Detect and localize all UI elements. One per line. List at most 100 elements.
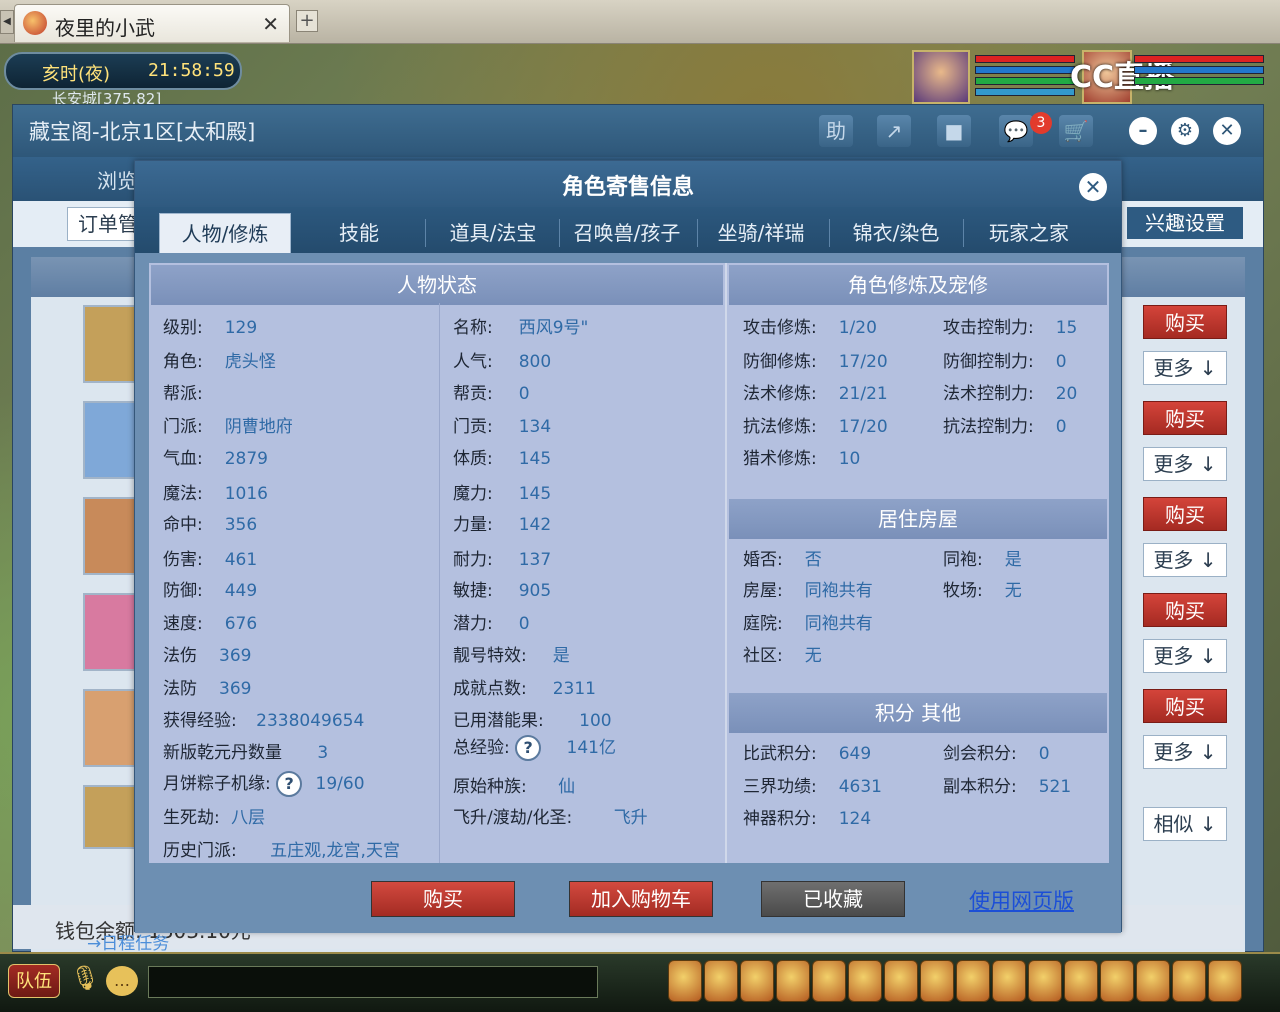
race-row: 原始种族: 仙	[453, 772, 575, 797]
tab-close-icon[interactable]: ✕	[262, 12, 279, 36]
status-row: 速度: 676	[163, 609, 257, 634]
new-tab-button[interactable]: +	[296, 10, 318, 32]
game-shortcut-tray	[668, 960, 1278, 1006]
system-icon[interactable]	[1172, 960, 1206, 1002]
row-value: 521	[1038, 777, 1072, 797]
status-row: 敏捷: 905	[453, 576, 551, 601]
list-more-button[interactable]: 更多 ↓	[1143, 735, 1227, 769]
chat-input[interactable]	[148, 966, 598, 998]
attack-icon[interactable]	[668, 960, 702, 1002]
list-buy-button[interactable]: 购买	[1143, 305, 1227, 339]
trade-icon[interactable]	[776, 960, 810, 1002]
settings-icon[interactable]: ⚙	[1171, 117, 1199, 145]
help-question-icon[interactable]: ?	[276, 771, 303, 797]
status-row: 法伤 369	[163, 641, 251, 666]
list-more-button[interactable]: 更多 ↓	[1143, 543, 1227, 577]
list-more-button[interactable]: 更多 ↓	[1143, 639, 1227, 673]
row-value: 19/60	[315, 774, 365, 794]
list-similar-button[interactable]: 相似 ↓	[1143, 807, 1227, 841]
listing-avatar[interactable]	[83, 785, 139, 849]
peach-icon[interactable]	[1064, 960, 1098, 1002]
list-buy-button[interactable]: 购买	[1143, 497, 1227, 531]
interest-settings-button[interactable]: 兴趣设置	[1127, 207, 1243, 239]
tab-outfits[interactable]: 锦衣/染色	[835, 213, 957, 253]
listing-avatar[interactable]	[83, 401, 139, 479]
tab-title: 夜里的小武	[55, 16, 155, 40]
add-to-cart-button[interactable]: 加入购物车	[569, 881, 713, 917]
help-icon[interactable]: 助	[819, 115, 853, 147]
cbg-titlebar: 藏宝阁-北京1区[太和殿] 助 ↗ ■ 💬 🛒 – ⚙ ✕	[13, 105, 1263, 157]
tab-scroll-left-button[interactable]: ◀	[0, 10, 14, 34]
message-icon[interactable]: 💬	[999, 115, 1033, 147]
tab-player-home[interactable]: 玩家之家	[969, 213, 1089, 253]
row-value: 676	[224, 614, 258, 634]
tab-pets[interactable]: 召唤兽/孩子	[563, 213, 691, 253]
row-value: 10	[838, 449, 861, 469]
row-label: 新版乾元丹数量	[163, 743, 282, 763]
task-icon[interactable]	[884, 960, 918, 1002]
player-portrait[interactable]	[912, 50, 970, 104]
game-bottom-bar: 队伍 🎙 …	[0, 952, 1280, 1012]
tab-mounts[interactable]: 坐骑/祥瑞	[703, 213, 819, 253]
row-label: 人气:	[453, 352, 493, 372]
team-icon[interactable]	[812, 960, 846, 1002]
status-row: 帮贡: 0	[453, 379, 530, 404]
event-icon[interactable]	[1100, 960, 1134, 1002]
buy-button[interactable]: 购买	[371, 881, 515, 917]
list-buy-button[interactable]: 购买	[1143, 689, 1227, 723]
list-more-button[interactable]: 更多 ↓	[1143, 447, 1227, 481]
close-icon[interactable]: ✕	[1213, 117, 1241, 145]
row-value: 同袍共有	[804, 614, 873, 634]
item-icon[interactable]	[704, 960, 738, 1002]
gang-icon[interactable]	[920, 960, 954, 1002]
house-row	[943, 609, 965, 629]
team-button[interactable]: 队伍	[8, 964, 60, 998]
map-icon[interactable]	[1028, 960, 1062, 1002]
tab-character[interactable]: 人物/修炼	[159, 213, 291, 253]
tab-items[interactable]: 道具/法宝	[431, 213, 555, 253]
stop-icon[interactable]: ■	[937, 115, 971, 147]
listing-avatar[interactable]	[83, 305, 139, 383]
list-more-button[interactable]: 更多 ↓	[1143, 351, 1227, 385]
score-row	[943, 804, 965, 824]
listing-avatar[interactable]	[83, 593, 139, 671]
row-value: 是	[1004, 550, 1022, 570]
row-label: 社区:	[743, 646, 783, 666]
row-value: 20	[1055, 384, 1078, 404]
pet-status-bars	[1134, 52, 1264, 102]
help-question-icon[interactable]: ?	[515, 735, 542, 761]
listing-avatar[interactable]	[83, 497, 139, 575]
row-value: 137	[518, 550, 552, 570]
screenshot-icon[interactable]	[1208, 960, 1242, 1002]
nav-browse[interactable]: 浏览	[97, 165, 137, 194]
smile-icon[interactable]	[1136, 960, 1170, 1002]
tab-separator	[963, 219, 964, 247]
list-buy-button[interactable]: 购买	[1143, 401, 1227, 435]
history-school-row: 历史门派: 五庄观,龙宫,天宫	[163, 836, 400, 861]
chat-icon[interactable]: …	[106, 966, 138, 996]
pet-exp-bar	[1134, 77, 1264, 85]
row-label: 总经验:	[453, 738, 510, 758]
dialog-close-icon[interactable]: ✕	[1079, 173, 1107, 201]
friend-icon[interactable]	[992, 960, 1026, 1002]
list-buy-button[interactable]: 购买	[1143, 593, 1227, 627]
microphone-icon[interactable]: 🎙	[70, 964, 100, 998]
pet-icon[interactable]	[848, 960, 882, 1002]
tab-skills[interactable]: 技能	[305, 213, 413, 253]
give-icon[interactable]	[740, 960, 774, 1002]
score-row: 比武积分: 649	[743, 739, 871, 764]
quick-icon[interactable]	[956, 960, 990, 1002]
listing-avatar[interactable]	[83, 689, 139, 767]
favorited-button[interactable]: 已收藏	[761, 881, 905, 917]
minimize-icon[interactable]: –	[1129, 117, 1157, 145]
row-label: 剑会积分:	[943, 744, 1017, 764]
row-label: 已用潜能果:	[453, 711, 544, 731]
browser-tab[interactable]: 夜里的小武 ✕	[14, 4, 290, 42]
status-row: 魔力: 145	[453, 479, 551, 504]
share-icon[interactable]: ↗	[877, 115, 911, 147]
row-label: 牧场:	[943, 581, 983, 601]
anger-bar	[975, 77, 1075, 85]
use-web-version-link[interactable]: 使用网页版	[969, 885, 1074, 915]
cart-icon[interactable]: 🛒	[1059, 115, 1093, 147]
row-label: 生死劫:	[163, 808, 220, 828]
